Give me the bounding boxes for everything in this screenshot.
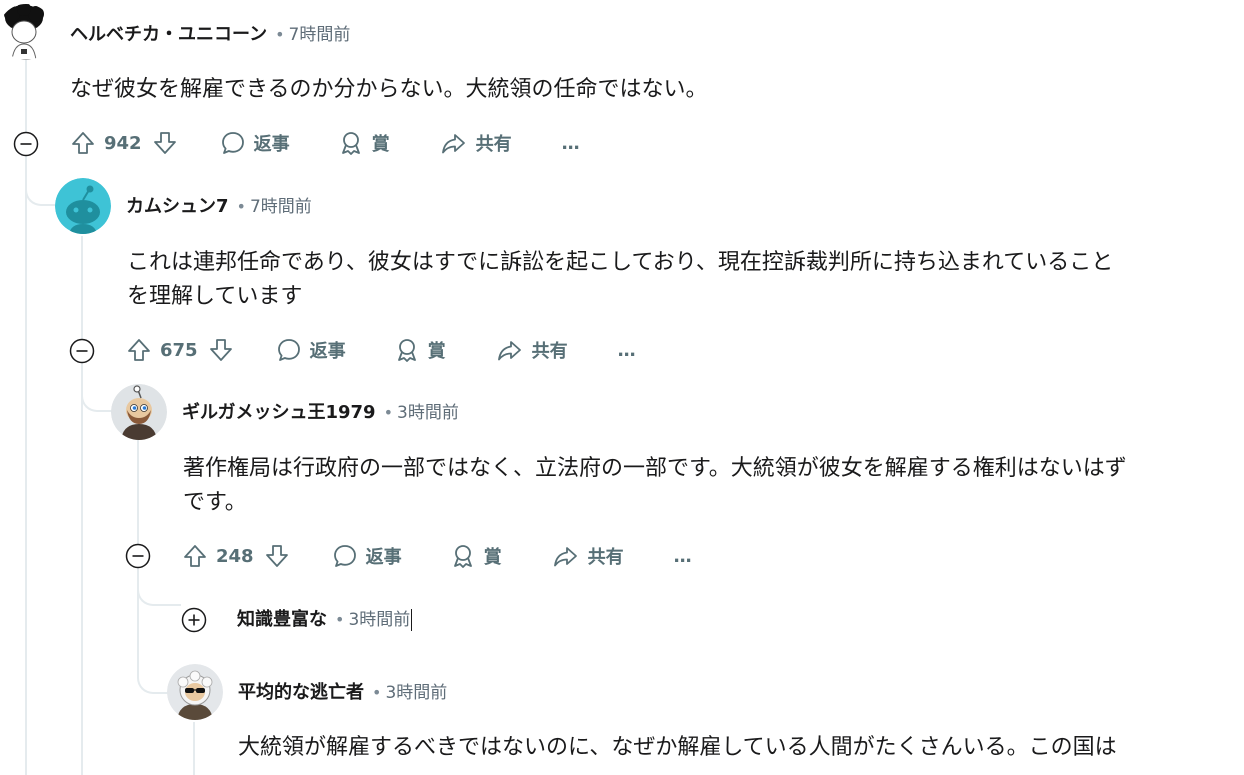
comment-time[interactable]: 3時間前 (385, 683, 447, 703)
comment-body-line: 大統領が解雇するべきではないのに、なぜか解雇している人間がたくさんいる。この国は (238, 735, 1117, 760)
comment-time[interactable]: 3時間前 (397, 403, 459, 423)
meta-separator: • (335, 610, 345, 629)
author-name[interactable]: 知識豊富な (237, 609, 327, 630)
award-label: 賞 (427, 341, 446, 362)
reply-label: 返事 (253, 134, 290, 155)
more-options-button[interactable]: … (618, 340, 636, 361)
share-button[interactable]: 共有 (496, 337, 568, 363)
reply-label: 返事 (309, 341, 346, 362)
avatar[interactable] (0, 4, 54, 60)
comment-meta: ヘルベチカ・ユニコーン • 7時間前 (70, 23, 350, 47)
thread-connector (81, 366, 113, 412)
vote-group: 675 (126, 337, 234, 363)
share-icon (552, 543, 580, 569)
author-name[interactable]: ヘルベチカ・ユニコーン (70, 24, 267, 45)
award-button[interactable]: 賞 (394, 337, 446, 363)
comment-actions: 942 返事 賞 共有 … (70, 126, 580, 160)
comment-time[interactable]: 7時間前 (289, 25, 351, 45)
comment-bubble-icon (220, 130, 246, 156)
meta-separator: • (372, 683, 382, 702)
comment-meta: 平均的な逃亡者 • 3時間前 (238, 681, 447, 705)
comment-time[interactable]: 3時間前 (348, 610, 410, 630)
thread-connector (137, 604, 169, 694)
comment-body: なぜ彼女を解雇できるのか分からない。大統領の任命ではない。 (70, 73, 1230, 107)
comment-meta: ギルガメッシュ王1979 • 3時間前 (182, 401, 459, 425)
avatar[interactable] (55, 178, 111, 234)
comment-body: 大統領が解雇するべきではないのに、なぜか解雇している人間がたくさんいる。この国は (238, 731, 1238, 765)
reply-button[interactable]: 返事 (220, 130, 290, 156)
comment-body: 著作権局は行政府の一部ではなく、立法府の一部です。大統領が彼女を解雇する権利はな… (183, 452, 1238, 520)
vote-count: 248 (216, 545, 254, 567)
more-options-button[interactable]: … (674, 546, 692, 567)
comment-actions: 675 返事 賞 共有 … (126, 333, 636, 367)
comment-body-line: です。 (183, 490, 247, 515)
downvote-icon[interactable] (152, 130, 178, 156)
reply-button[interactable]: 返事 (332, 543, 402, 569)
comment-body: これは連邦任命であり、彼女はすでに訴訟を起こしており、現在控訴裁判所に持ち込まれ… (127, 246, 1237, 314)
award-icon (450, 543, 476, 569)
collapse-button[interactable] (69, 338, 95, 364)
thread-connector (25, 160, 57, 206)
vote-count: 675 (160, 339, 198, 361)
author-name[interactable]: ギルガメッシュ王1979 (182, 402, 376, 423)
comment-meta: カムシュン7 • 7時間前 (126, 195, 312, 219)
reply-button[interactable]: 返事 (276, 337, 346, 363)
meta-separator: • (236, 197, 246, 216)
share-label: 共有 (531, 341, 568, 362)
thread-line-level-4[interactable] (193, 722, 195, 775)
award-button[interactable]: 賞 (338, 130, 390, 156)
award-icon (394, 337, 420, 363)
share-label: 共有 (587, 547, 624, 568)
collapse-button[interactable] (13, 131, 39, 157)
comment-body-text: なぜ彼女を解雇できるのか分からない。大統領の任命ではない。 (70, 77, 708, 102)
thread-line-level-2[interactable] (81, 236, 83, 775)
comment-bubble-icon (332, 543, 358, 569)
vote-count: 942 (104, 132, 142, 154)
more-options-icon: … (617, 339, 636, 361)
collapse-button[interactable] (125, 543, 151, 569)
comment-body-line: 著作権局は行政府の一部ではなく、立法府の一部です。大統領が彼女を解雇する権利はな… (183, 456, 1127, 481)
upvote-icon[interactable] (182, 543, 208, 569)
more-options-icon: … (673, 545, 692, 567)
share-icon (496, 337, 524, 363)
author-name[interactable]: カムシュン7 (126, 196, 229, 217)
avatar[interactable] (111, 384, 167, 440)
text-cursor (411, 609, 413, 631)
meta-separator: • (275, 25, 285, 44)
thread-connector (137, 572, 181, 606)
expand-button[interactable] (181, 607, 207, 633)
downvote-icon[interactable] (208, 337, 234, 363)
downvote-icon[interactable] (264, 543, 290, 569)
vote-group: 942 (70, 130, 178, 156)
award-button[interactable]: 賞 (450, 543, 502, 569)
award-label: 賞 (483, 547, 502, 568)
share-icon (440, 130, 468, 156)
reply-label: 返事 (365, 547, 402, 568)
vote-group: 248 (182, 543, 290, 569)
author-name[interactable]: 平均的な逃亡者 (238, 682, 364, 703)
share-button[interactable]: 共有 (552, 543, 624, 569)
comment-body-line: これは連邦任命であり、彼女はすでに訴訟を起こしており、現在控訴裁判所に持ち込まれ… (127, 250, 1114, 275)
comment-body-line: を理解しています (127, 284, 303, 309)
upvote-icon[interactable] (126, 337, 152, 363)
more-options-button[interactable]: … (562, 133, 580, 154)
award-label: 賞 (371, 134, 390, 155)
upvote-icon[interactable] (70, 130, 96, 156)
share-label: 共有 (475, 134, 512, 155)
comment-meta: 知識豊富な • 3時間前 (237, 608, 413, 632)
comment-thread: ヘルベチカ・ユニコーン • 7時間前 なぜ彼女を解雇できるのか分からない。大統領の任… (0, 0, 1244, 775)
comment-bubble-icon (276, 337, 302, 363)
comment-actions: 248 返事 賞 共有 … (182, 539, 692, 573)
avatar[interactable] (167, 664, 223, 720)
share-button[interactable]: 共有 (440, 130, 512, 156)
meta-separator: • (383, 403, 393, 422)
comment-time[interactable]: 7時間前 (250, 197, 312, 217)
award-icon (338, 130, 364, 156)
more-options-icon: … (561, 132, 580, 154)
